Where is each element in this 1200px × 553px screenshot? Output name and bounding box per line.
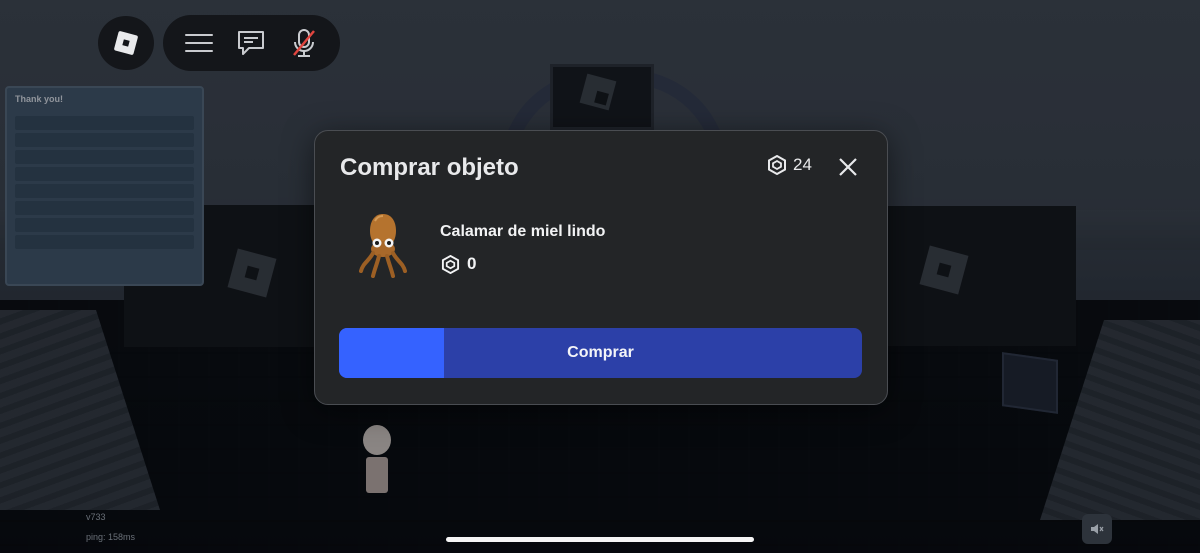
close-icon	[839, 158, 857, 176]
robux-icon	[441, 254, 460, 274]
mic-button[interactable]	[284, 23, 324, 63]
topbar-controls	[163, 15, 340, 71]
hamburger-menu-icon	[185, 34, 214, 52]
robux-balance: 24	[767, 155, 812, 175]
item-price-value: 0	[467, 254, 477, 273]
ping-label: ping: 158ms	[86, 532, 136, 542]
version-label: v733	[86, 512, 106, 522]
buy-button[interactable]: Comprar	[339, 328, 862, 378]
roblox-logo-icon	[114, 31, 138, 55]
volume-button[interactable]	[1082, 514, 1112, 544]
chat-button[interactable]	[231, 23, 271, 63]
item-name: Calamar de miel lindo	[440, 223, 606, 240]
mic-muted-icon	[292, 29, 315, 57]
chat-icon	[238, 31, 265, 55]
robux-icon	[768, 155, 786, 175]
home-indicator[interactable]	[446, 537, 754, 542]
purchase-dialog: Comprar objeto 24 Calamar de miel lindo	[314, 130, 888, 405]
item-price: 0	[441, 254, 476, 274]
dialog-title: Comprar objeto	[340, 154, 519, 181]
robux-balance-value: 24	[793, 155, 812, 174]
honey-squid-icon	[359, 214, 407, 278]
close-button[interactable]	[836, 155, 860, 179]
buy-button-label: Comprar	[567, 344, 634, 361]
menu-button[interactable]	[179, 23, 219, 63]
speaker-muted-icon	[1091, 524, 1104, 534]
roblox-menu-button[interactable]	[98, 16, 154, 70]
item-thumbnail	[353, 211, 413, 281]
